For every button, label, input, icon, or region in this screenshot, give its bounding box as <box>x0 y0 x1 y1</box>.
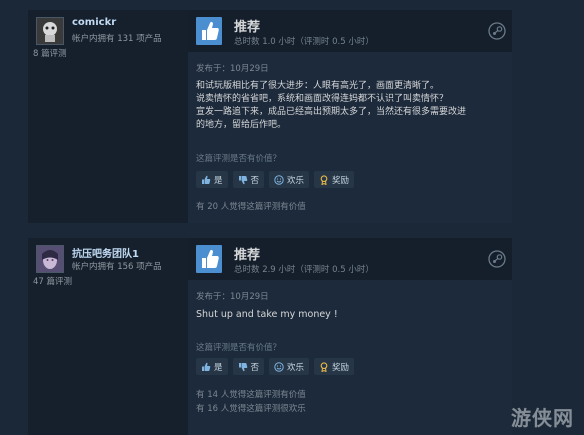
award-icon <box>319 361 329 372</box>
helpful-count: 有 14 人觉得这篇评测有价值 <box>196 390 306 400</box>
helpful-question: 这篇评测是否有价值？ <box>196 154 282 164</box>
review-line: 说卖情怀的省省吧，系统和画面改得连妈都不认识了叫卖情怀？ <box>196 94 449 104</box>
reviews-page: { "reviews": [ { "username": "comickr", … <box>0 0 584 435</box>
products-owned[interactable]: 帐户内拥有 156 项产品 <box>72 260 162 272</box>
vote-no-label: 否 <box>250 362 260 373</box>
vote-funny-button[interactable]: 欢乐 <box>269 358 310 375</box>
review-line: 和试玩版相比有了很大进步：人眼有高光了，画面更清晰了。 <box>196 81 440 91</box>
watermark: 游侠网 <box>511 406 574 430</box>
award-label: 奖励 <box>332 175 350 186</box>
thumbs-down-icon <box>238 362 248 372</box>
vote-funny-label: 欢乐 <box>287 175 305 186</box>
award-button[interactable]: 奖励 <box>314 358 355 375</box>
smiley-icon <box>274 174 284 185</box>
review-line: Shut up and take my money ! <box>196 309 338 320</box>
steam-icon <box>488 22 506 40</box>
award-label: 奖励 <box>332 362 350 373</box>
username[interactable]: comickr <box>72 17 116 28</box>
funny-count: 有 16 人觉得这篇评测很欢乐 <box>196 404 306 414</box>
helpful-count: 有 20 人觉得这篇评测有价值 <box>196 202 306 212</box>
vote-yes-label: 是 <box>214 362 223 373</box>
thumbs-down-icon <box>238 175 248 185</box>
username[interactable]: 抗压吧务团队1 <box>72 245 139 260</box>
avatar[interactable] <box>36 17 64 45</box>
vote-buttons: 是 否 欢乐 奖励 <box>196 358 355 375</box>
award-button[interactable]: 奖励 <box>314 171 355 188</box>
review-line: 宣发一路追下来，成品已经高出预期太多了，当然还有很多需要改进 <box>196 107 467 117</box>
steam-icon <box>488 250 506 268</box>
vote-yes-button[interactable]: 是 <box>196 171 228 188</box>
avatar[interactable] <box>36 245 64 273</box>
review-count[interactable]: 8 篇评测 <box>33 47 67 59</box>
posted-date: 发布于：10月29日 <box>196 292 269 302</box>
thumbs-up-icon <box>196 245 222 273</box>
vote-funny-button[interactable]: 欢乐 <box>269 171 310 188</box>
review-content: 推荐 总时数 1.0 小时（评测时 0.5 小时） 发布于：10月29日 和试玩… <box>188 10 512 223</box>
award-icon <box>319 174 329 185</box>
thumbs-up-icon <box>201 175 211 185</box>
review-card: comickr 帐户内拥有 131 项产品 8 篇评测 推荐 总时数 1.0 小… <box>28 10 512 223</box>
helpful-question: 这篇评测是否有价值？ <box>196 343 282 353</box>
products-owned[interactable]: 帐户内拥有 131 项产品 <box>72 32 162 44</box>
vote-no-label: 否 <box>250 175 260 186</box>
vote-funny-label: 欢乐 <box>287 362 305 373</box>
thumbs-up-icon <box>201 362 211 372</box>
review-body: 和试玩版相比有了很大进步：人眼有高光了，画面更清晰了。 说卖情怀的省省吧，系统和… <box>196 80 496 132</box>
review-content: 推荐 总时数 2.9 小时（评测时 0.5 小时） 发布于：10月29日 Shu… <box>188 238 512 435</box>
smiley-icon <box>274 361 284 372</box>
review-count[interactable]: 47 篇评测 <box>33 275 72 287</box>
playtime: 总时数 1.0 小时（评测时 0.5 小时） <box>234 37 374 47</box>
thumbs-up-icon <box>196 17 222 45</box>
verdict: 推荐 <box>234 20 261 35</box>
vote-buttons: 是 否 欢乐 奖励 <box>196 171 355 188</box>
review-body: Shut up and take my money ! <box>196 308 496 321</box>
verdict: 推荐 <box>234 248 261 263</box>
vote-header: 推荐 总时数 1.0 小时（评测时 0.5 小时） <box>188 10 512 52</box>
review-line: 的地方，留给后作吧。 <box>196 120 287 130</box>
review-card: 抗压吧务团队1 帐户内拥有 156 项产品 47 篇评测 推荐 总时数 2.9 … <box>28 238 512 435</box>
vote-yes-label: 是 <box>214 175 223 186</box>
vote-no-button[interactable]: 否 <box>232 358 265 375</box>
vote-header: 推荐 总时数 2.9 小时（评测时 0.5 小时） <box>188 238 512 280</box>
vote-yes-button[interactable]: 是 <box>196 358 228 375</box>
vote-no-button[interactable]: 否 <box>232 171 265 188</box>
posted-date: 发布于：10月29日 <box>196 64 269 74</box>
playtime: 总时数 2.9 小时（评测时 0.5 小时） <box>234 265 374 275</box>
